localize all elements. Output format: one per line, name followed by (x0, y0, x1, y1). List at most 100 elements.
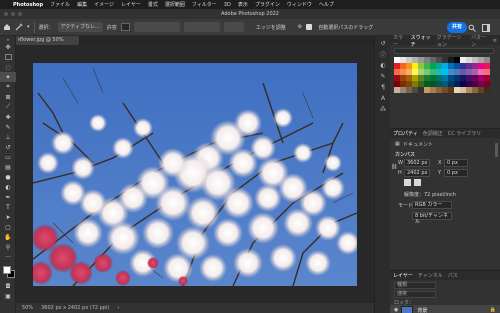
option-blank-1[interactable] (133, 22, 180, 32)
properties-scrollbar[interactable] (495, 143, 498, 157)
menu-3d[interactable]: 3D (224, 2, 231, 8)
tab-channels[interactable]: チャンネル (418, 272, 443, 279)
sample-select[interactable]: アクティブなレ... (57, 22, 103, 32)
rectangle-tool-icon[interactable]: ▢ (0, 222, 16, 232)
tab-swatches[interactable]: スウォッチ (411, 34, 432, 48)
menu-plugins[interactable]: プラグイン (255, 1, 280, 8)
move-tool-icon[interactable]: ✥ (0, 42, 16, 52)
adjustments-panel-icon[interactable]: ◐ (375, 60, 391, 71)
menu-help[interactable]: ヘルプ (319, 1, 334, 8)
quick-mask-icon[interactable]: ◘ (0, 281, 16, 291)
x-field[interactable]: 0 px (444, 159, 468, 167)
option-blank-3[interactable] (223, 22, 244, 32)
x-label: X (438, 160, 442, 166)
y-label: Y (438, 170, 442, 176)
character-panel-icon[interactable]: A (375, 93, 391, 104)
edge-refine-button[interactable]: エッジを調整 (256, 22, 286, 33)
swatch[interactable] (484, 87, 490, 93)
share-button[interactable]: 共有 (446, 22, 467, 33)
color-swatches[interactable] (0, 265, 16, 281)
blur-tool-icon[interactable]: ● (0, 172, 16, 182)
frame-tool-icon[interactable]: ⊠ (0, 92, 16, 102)
menu-image[interactable]: イメージ (94, 1, 114, 8)
layer-kind-filter[interactable]: 種類 (394, 282, 436, 289)
lasso-tool-icon[interactable]: ◌ (0, 62, 16, 72)
swatches-panel-tabs: カラー スウォッチ グラデーション パターン ≡ (390, 34, 500, 48)
tab-cc-libraries[interactable]: CC ライブラリ (448, 130, 482, 137)
blend-mode-select[interactable]: 通常 (394, 291, 436, 298)
layer-row-background[interactable]: ◉ 背景 🔒 (390, 305, 500, 313)
clone-stamp-tool-icon[interactable]: ⊥ (0, 132, 16, 142)
foreground-color-swatch[interactable] (3, 266, 11, 274)
tolerance-swatch[interactable] (120, 23, 130, 31)
healing-brush-tool-icon[interactable]: ✚ (0, 112, 16, 122)
height-field[interactable]: 2402 px (404, 169, 430, 177)
path-selection-tool-icon[interactable]: ➤ (0, 212, 16, 222)
document-size: 3602 px x 2402 px (72 ppi) (41, 305, 110, 311)
eraser-tool-icon[interactable]: ▭ (0, 152, 16, 162)
zoom-level[interactable]: 50% (22, 305, 33, 311)
history-panel-icon[interactable]: ↺ (375, 38, 391, 49)
type-tool-icon[interactable]: T (0, 202, 16, 212)
more-tools-icon[interactable]: ··· (0, 252, 16, 262)
tab-layers[interactable]: レイヤー (393, 272, 413, 279)
brush-settings-icon[interactable]: ✎ (375, 71, 391, 82)
eyedropper-tool-icon[interactable]: ⟋ (0, 102, 16, 112)
hand-tool-icon[interactable]: ✋ (0, 232, 16, 242)
brush-tool-icon[interactable]: ✎ (0, 122, 16, 132)
chevron-right-icon[interactable]: › (117, 305, 119, 311)
marquee-tool-icon[interactable] (0, 52, 16, 62)
gradient-tool-icon[interactable]: ▤ (0, 162, 16, 172)
menu-view[interactable]: 表示 (238, 1, 248, 8)
tab-adjustments[interactable]: 色調補正 (423, 130, 443, 137)
swatch-search-input[interactable] (394, 48, 494, 54)
title-bar: Adobe Photoshop 2022 (0, 9, 500, 19)
home-icon[interactable] (3, 22, 11, 33)
menu-type[interactable]: 書式 (148, 1, 158, 8)
history-brush-tool-icon[interactable]: ↺ (0, 142, 16, 152)
eye-icon[interactable]: ◉ (394, 307, 398, 313)
tab-properties[interactable]: プロパティ (393, 130, 418, 137)
lock-icon[interactable]: 🔒 (490, 307, 496, 313)
tab-color[interactable]: カラー (393, 34, 406, 48)
orientation-portrait-icon[interactable] (404, 179, 411, 186)
app-menu[interactable]: Photoshop (13, 2, 43, 8)
menu-edit[interactable]: 編集 (77, 1, 87, 8)
document-tab[interactable]: flower.jpg @ 50% (RGB/8) × (16, 36, 80, 52)
mode-select[interactable]: RGB カラー (412, 201, 452, 209)
menu-window[interactable]: ウィンドウ (287, 1, 312, 8)
pen-tool-icon[interactable]: ✒ (0, 192, 16, 202)
width-field[interactable]: 3602 px (404, 159, 430, 167)
close-window-button[interactable] (4, 12, 8, 16)
screen-mode-icon[interactable]: ▣ (0, 291, 16, 301)
tool-preset-chevron-icon[interactable]: ▾ (27, 22, 30, 33)
tab-patterns[interactable]: パターン (471, 34, 488, 48)
workspace-icon[interactable] (482, 22, 490, 33)
tab-gradients[interactable]: グラデーション (437, 34, 466, 48)
gear-icon[interactable]: ⚙ (298, 22, 302, 33)
dodge-tool-icon[interactable]: ◐ (0, 182, 16, 192)
menu-file[interactable]: ファイル (50, 1, 70, 8)
option-blank-2[interactable] (183, 22, 220, 32)
menu-select[interactable]: 選択範囲 (165, 1, 185, 8)
orientation-landscape-icon[interactable] (414, 179, 421, 186)
minimize-window-button[interactable] (11, 12, 15, 16)
glyphs-panel-icon[interactable]: ⁂ (375, 104, 391, 115)
link-icon[interactable]: ⛓ (391, 164, 397, 170)
auto-select-checkbox[interactable] (306, 22, 314, 33)
zoom-window-button[interactable] (18, 12, 22, 16)
close-tab-icon[interactable]: × (17, 36, 21, 45)
magic-wand-tool-icon[interactable]: ✦ (0, 72, 16, 82)
tab-paths[interactable]: パス (448, 272, 458, 279)
paragraph-panel-icon[interactable]: ¶ (375, 82, 391, 93)
search-icon[interactable] (468, 22, 476, 33)
menu-filter[interactable]: フィルター (192, 1, 217, 8)
magic-wand-tool-icon[interactable] (15, 22, 23, 33)
crop-tool-icon[interactable]: ⌗ (0, 82, 16, 92)
bit-depth-select[interactable]: 8 bit/チャンネル (412, 212, 452, 225)
y-field[interactable]: 0 px (444, 169, 468, 177)
panel-menu-icon[interactable]: ≡ (493, 38, 497, 44)
menu-layer[interactable]: レイヤー (121, 1, 141, 8)
zoom-tool-icon[interactable]: ⚲ (0, 242, 16, 252)
info-panel-icon[interactable]: ⓘ (375, 49, 391, 60)
